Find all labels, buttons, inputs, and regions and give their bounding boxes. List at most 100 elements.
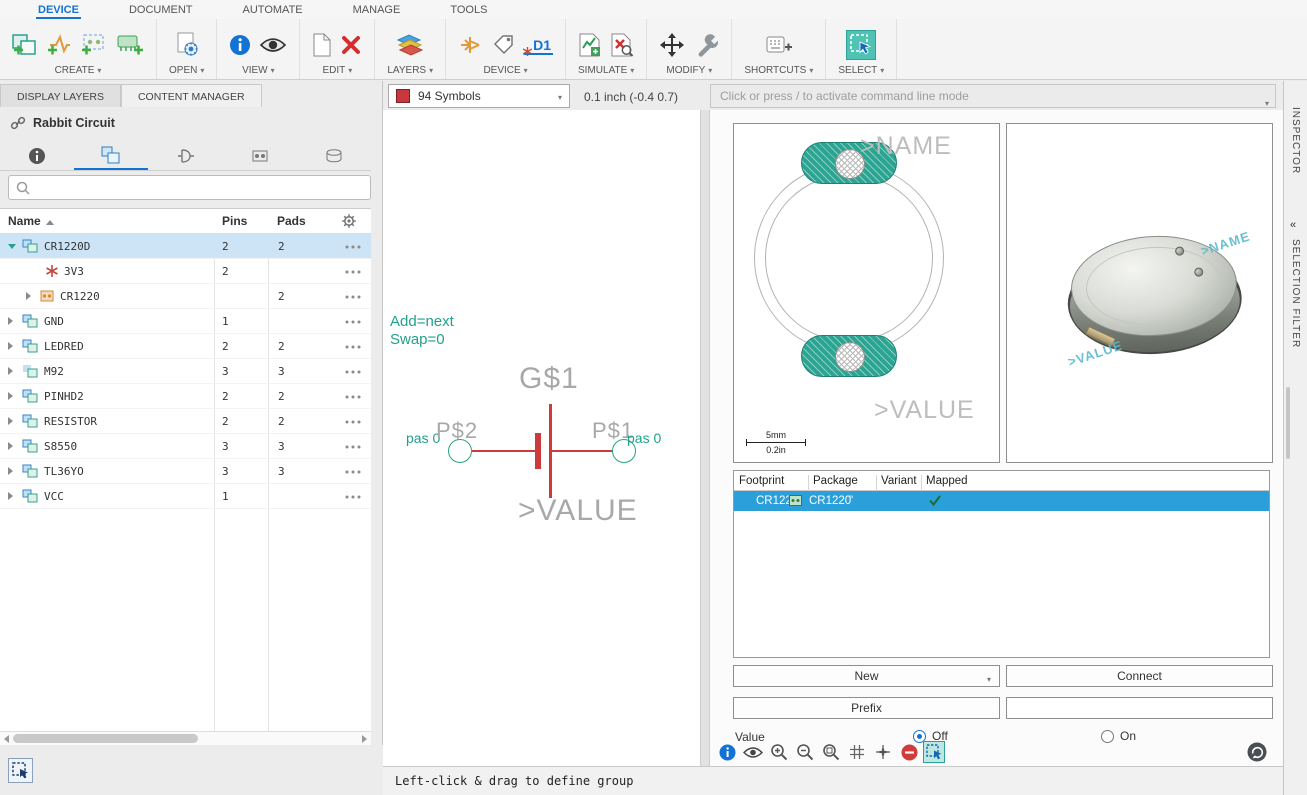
prefix-button[interactable]: Prefix <box>733 697 1000 719</box>
table-row[interactable]: S8550 3 3 <box>0 434 371 459</box>
table-row[interactable]: VCC 1 <box>0 484 371 509</box>
search-input[interactable] <box>36 180 370 195</box>
row-menu-button[interactable] <box>345 495 361 499</box>
collapse-panel-icon[interactable]: « <box>1290 219 1296 231</box>
modify-menu[interactable]: MODIFY <box>666 65 712 76</box>
tab-display-layers[interactable]: DISPLAY LAYERS <box>0 84 121 107</box>
column-pins[interactable]: Pins <box>222 214 247 228</box>
scroll-left-icon[interactable] <box>4 735 9 743</box>
schematic-canvas[interactable]: Add=next Swap=0 G$1 pas 0 P$2 P$1 pas 0 … <box>383 110 700 766</box>
row-menu-button[interactable] <box>345 420 361 424</box>
layers-icon[interactable] <box>396 32 424 58</box>
column-pads[interactable]: Pads <box>277 214 306 228</box>
expand-caret-icon[interactable] <box>8 417 13 425</box>
menu-document[interactable]: DOCUMENT <box>127 2 195 19</box>
table-row[interactable]: CR1220 2 <box>0 284 371 309</box>
wrench-icon[interactable] <box>693 32 719 58</box>
zoom-in-icon[interactable] <box>768 741 790 763</box>
table-row[interactable]: LEDRED 2 2 <box>0 334 371 359</box>
document-icon[interactable] <box>312 33 332 57</box>
zoom-fit-icon[interactable] <box>820 741 842 763</box>
footprint-preview[interactable]: >NAME >VALUE 5mm 0.2in <box>733 123 1000 463</box>
collapse-caret-icon[interactable] <box>8 244 16 249</box>
shortcuts-menu[interactable]: SHORTCUTS <box>744 65 813 76</box>
expand-caret-icon[interactable] <box>8 492 13 500</box>
canvas-vertical-scrollbar[interactable] <box>700 110 710 766</box>
delete-icon[interactable] <box>340 34 362 56</box>
menu-tools[interactable]: TOOLS <box>448 2 489 19</box>
eye-icon[interactable] <box>742 741 764 763</box>
crosshair-icon[interactable] <box>872 741 894 763</box>
tag-icon[interactable] <box>492 33 516 57</box>
tab-content-manager[interactable]: CONTENT MANAGER <box>120 84 262 107</box>
move-icon[interactable] <box>659 32 685 58</box>
pin-target-left[interactable] <box>448 439 472 463</box>
tab-footprints[interactable] <box>223 142 297 170</box>
expand-caret-icon[interactable] <box>8 442 13 450</box>
selection-filter-tab[interactable]: SELECTION FILTER <box>1290 239 1301 348</box>
inspector-tab[interactable]: INSPECTOR <box>1290 107 1301 174</box>
table-row[interactable]: M92 3 3 <box>0 359 371 384</box>
expand-caret-icon[interactable] <box>8 317 13 325</box>
table-row[interactable]: TL36YO 3 3 <box>0 459 371 484</box>
create-menu[interactable]: CREATE <box>55 65 102 76</box>
new-button[interactable]: New <box>733 665 1000 687</box>
tab-packages-3d[interactable] <box>297 142 371 170</box>
row-menu-button[interactable] <box>345 270 361 274</box>
device-menu[interactable]: DEVICE <box>483 65 527 76</box>
scroll-right-icon[interactable] <box>362 735 367 743</box>
select-tool-icon[interactable] <box>846 30 877 60</box>
expand-caret-icon[interactable] <box>26 292 31 300</box>
open-library-icon[interactable] <box>174 32 200 58</box>
prefix-value-input[interactable] <box>1006 697 1273 719</box>
expand-caret-icon[interactable] <box>8 367 13 375</box>
selection-mode-button[interactable] <box>8 758 33 783</box>
eye-icon[interactable] <box>259 36 287 54</box>
symbol-tool-icon[interactable] <box>458 33 484 57</box>
menu-manage[interactable]: MANAGE <box>351 2 403 19</box>
new-package-icon[interactable] <box>114 33 144 57</box>
row-menu-button[interactable] <box>345 245 361 249</box>
expand-caret-icon[interactable] <box>8 392 13 400</box>
row-menu-button[interactable] <box>345 295 361 299</box>
tab-devices[interactable] <box>74 142 149 170</box>
menu-automate[interactable]: AUTOMATE <box>241 2 305 19</box>
new-device-icon[interactable] <box>12 33 38 57</box>
package-3d-preview[interactable]: >NAME >VALUE <box>1006 123 1273 463</box>
table-row[interactable]: CR1220D 2 2 <box>0 234 371 259</box>
select-menu[interactable]: SELECT <box>838 65 884 76</box>
table-settings-gear-icon[interactable] <box>341 213 357 229</box>
new-footprint-icon[interactable] <box>80 33 106 57</box>
new-symbol-icon[interactable] <box>46 33 72 57</box>
open-menu[interactable]: OPEN <box>169 65 204 76</box>
mapping-row-selected[interactable]: CR1220 CR1220 " <box>734 491 1269 511</box>
row-menu-button[interactable] <box>345 395 361 399</box>
remove-icon[interactable] <box>898 741 920 763</box>
layers-menu[interactable]: LAYERS <box>387 65 433 76</box>
table-row[interactable]: RESISTOR 2 2 <box>0 409 371 434</box>
grid-icon[interactable] <box>846 741 868 763</box>
row-menu-button[interactable] <box>345 470 361 474</box>
select-mode-icon[interactable] <box>923 741 945 763</box>
command-line-input[interactable] <box>710 84 1276 108</box>
expand-caret-icon[interactable] <box>8 467 13 475</box>
row-menu-button[interactable] <box>345 445 361 449</box>
row-menu-button[interactable] <box>345 345 361 349</box>
row-menu-button[interactable] <box>345 370 361 374</box>
table-row[interactable]: PINHD2 2 2 <box>0 384 371 409</box>
strip-scrollbar-thumb[interactable] <box>1286 387 1290 459</box>
table-row[interactable]: GND 1 <box>0 309 371 334</box>
shortcuts-icon[interactable] <box>765 33 793 57</box>
tab-symbols[interactable] <box>148 142 222 170</box>
orbit-icon[interactable] <box>1246 741 1268 763</box>
info-icon[interactable] <box>716 741 738 763</box>
info-icon[interactable] <box>229 34 251 56</box>
pin-target-right[interactable] <box>612 439 636 463</box>
scrollbar-thumb[interactable] <box>13 734 198 743</box>
tab-library-info[interactable] <box>0 142 74 170</box>
device-annotation-icon[interactable]: D1 <box>523 36 554 56</box>
connect-button[interactable]: Connect <box>1006 665 1273 687</box>
zoom-out-icon[interactable] <box>794 741 816 763</box>
horizontal-scrollbar[interactable] <box>0 731 371 745</box>
simulate-error-icon[interactable] <box>610 33 634 57</box>
